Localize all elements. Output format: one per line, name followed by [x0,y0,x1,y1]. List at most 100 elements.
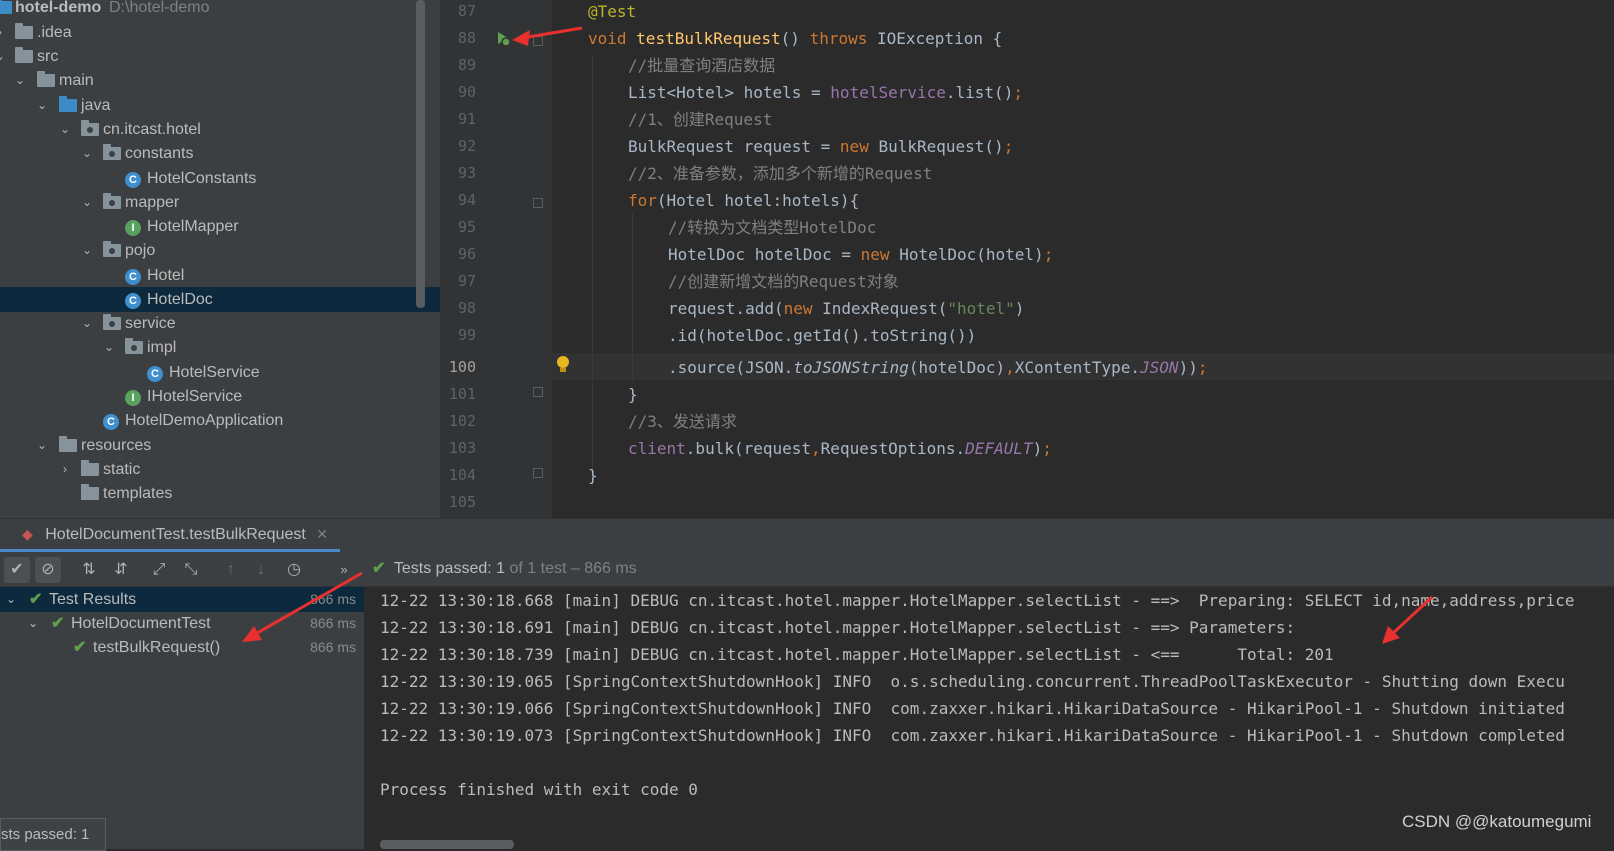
check-icon: ✔ [51,615,65,632]
run-tab[interactable]: ◆ HotelDocumentTest.testBulkRequest ✕ [22,519,328,549]
tree-item-resources[interactable]: ⌄ resources [0,433,440,458]
tree-item-src[interactable]: ⌄ src [0,44,440,69]
tree-item-label: IHotelService [147,388,243,405]
test-results-root[interactable]: ⌄ ✔ Test Results 866 ms [0,587,364,612]
next-failed-icon[interactable]: ↓ [248,557,274,583]
lightbulb-icon[interactable] [555,354,571,376]
tree-item-label: templates [103,485,173,502]
tree-item-label: HotelService [169,364,260,381]
code-line-90: List<Hotel> hotels = hotelService.list()… [628,83,1023,102]
chevron-down-icon[interactable]: ⌄ [0,44,6,69]
chevron-down-icon[interactable]: ⌄ [28,611,38,636]
status-popup: sts passed: 1 [0,818,106,851]
fold-marker-icon[interactable] [533,198,543,208]
tree-item-java[interactable]: ⌄ java [0,93,440,118]
line-number: 91 [457,110,476,128]
line-number: 95 [457,218,476,236]
sort-by-duration-icon[interactable]: ⇵ [108,557,134,583]
tree-item-service[interactable]: ⌄ service [0,311,440,336]
fold-marker-icon[interactable] [533,468,543,478]
chevron-down-icon[interactable]: ⌄ [36,93,48,118]
chevron-right-icon[interactable]: › [0,20,6,45]
tree-item-hotelconstants[interactable]: C HotelConstants [0,166,440,191]
tree-item-hotelservice[interactable]: C HotelService [0,360,440,385]
chevron-down-icon[interactable]: ⌄ [81,141,93,166]
tree-item-hoteldemoapplication[interactable]: C HotelDemoApplication [0,408,440,433]
tree-item-hotelmapper[interactable]: I HotelMapper [0,214,440,239]
code-line-95: //转换为文档类型HotelDoc [668,218,877,237]
tree-item-label: HotelMapper [147,218,239,235]
line-number: 101 [448,385,476,403]
tree-root[interactable]: hotel-demo D:\hotel-demo [0,0,440,20]
tree-item-constants[interactable]: ⌄ constants [0,141,440,166]
indent-guide [632,213,633,381]
chevron-down-icon[interactable]: ⌄ [6,587,16,612]
line-number: 98 [457,299,476,317]
line-number: 99 [457,326,476,344]
chevron-down-icon[interactable]: ⌄ [14,68,26,93]
line-number: 93 [457,164,476,182]
check-icon: ✔ [73,639,87,656]
fold-marker-icon[interactable] [533,36,543,46]
more-icon[interactable]: » [331,557,357,583]
tree-item-impl[interactable]: ⌄ impl [0,335,440,360]
close-icon[interactable]: ✕ [316,526,328,542]
tree-item-pojo[interactable]: ⌄ pojo [0,238,440,263]
chevron-down-icon[interactable]: ⌄ [36,433,48,458]
tree-item-hotel[interactable]: C Hotel [0,263,440,288]
package-icon [125,335,143,362]
tree-item-templates[interactable]: templates [0,481,440,506]
tree-item-label: cn.itcast.hotel [103,121,201,138]
tree-item-label: src [37,48,59,65]
tree-item-label: Hotel [147,267,185,284]
previous-failed-icon[interactable]: ↑ [218,557,244,583]
expand-all-icon[interactable]: ⤢ [146,557,172,583]
test-class-icon: ◆ [22,526,33,542]
tree-item-idea[interactable]: › .idea [0,20,440,45]
line-number: 103 [448,439,476,457]
chevron-right-icon[interactable]: › [59,457,71,482]
folder-icon [81,457,99,484]
sort-alphabetically-icon[interactable]: ⇅ [76,557,102,583]
watermark: CSDN @@katoumegumi [1402,812,1592,831]
chevron-down-icon[interactable]: ⌄ [103,335,115,360]
folder-icon [15,44,33,71]
tree-item-label: HotelConstants [147,170,257,187]
code-line-91: //1、创建Request [628,110,773,129]
package-icon [103,141,121,168]
tree-item-label: constants [125,145,194,162]
show-passed-icon[interactable]: ✔ [4,557,30,583]
collapse-all-icon[interactable]: ⤡ [178,557,204,583]
code-line-98: request.add(new IndexRequest("hotel") [668,299,1025,318]
chevron-down-icon[interactable]: ⌄ [81,311,93,336]
root-path: D:\hotel-demo [109,0,210,16]
tree-scrollbar[interactable] [416,0,425,308]
folder-icon [81,481,99,508]
spring-boot-class-icon: C [103,408,119,433]
tree-item-hoteldoc[interactable]: C HotelDoc [0,287,440,312]
test-method-row[interactable]: ✔ testBulkRequest() 866 ms [0,635,364,660]
line-number: 87 [457,2,476,20]
chevron-down-icon[interactable]: ⌄ [81,190,93,215]
fold-marker-icon[interactable] [533,387,543,397]
test-history-icon[interactable]: ◷ [281,557,307,583]
test-results-tree: ⌄ ✔ Test Results 866 ms ⌄ ✔ HotelDocumen… [0,587,364,849]
class-icon: C [125,166,141,191]
check-icon: ✔ [372,560,386,577]
tree-item-static[interactable]: › static [0,457,440,482]
tree-item-main[interactable]: ⌄ main [0,68,440,93]
test-class-row[interactable]: ⌄ ✔ HotelDocumentTest 866 ms [0,611,364,636]
chevron-down-icon[interactable]: ⌄ [59,117,71,142]
run-test-icon[interactable] [492,28,512,48]
line-number-current: 100 [448,358,476,376]
line-number: 92 [457,137,476,155]
tree-item-ihotelservice[interactable]: I IHotelService [0,384,440,409]
chevron-down-icon[interactable]: ⌄ [81,238,93,263]
code-line-89: //批量查询酒店数据 [628,56,776,75]
tree-item-cn-itcast-hotel[interactable]: ⌄ cn.itcast.hotel [0,117,440,142]
code-line-97: //创建新增文档的Request对象 [668,272,899,291]
tests-passed-status: ✔ Tests passed: 1 of 1 test – 866 ms [372,560,637,577]
show-ignored-icon[interactable]: ⊘ [35,557,61,583]
console-horizontal-scrollbar[interactable] [380,840,514,849]
tree-item-mapper[interactable]: ⌄ mapper [0,190,440,215]
